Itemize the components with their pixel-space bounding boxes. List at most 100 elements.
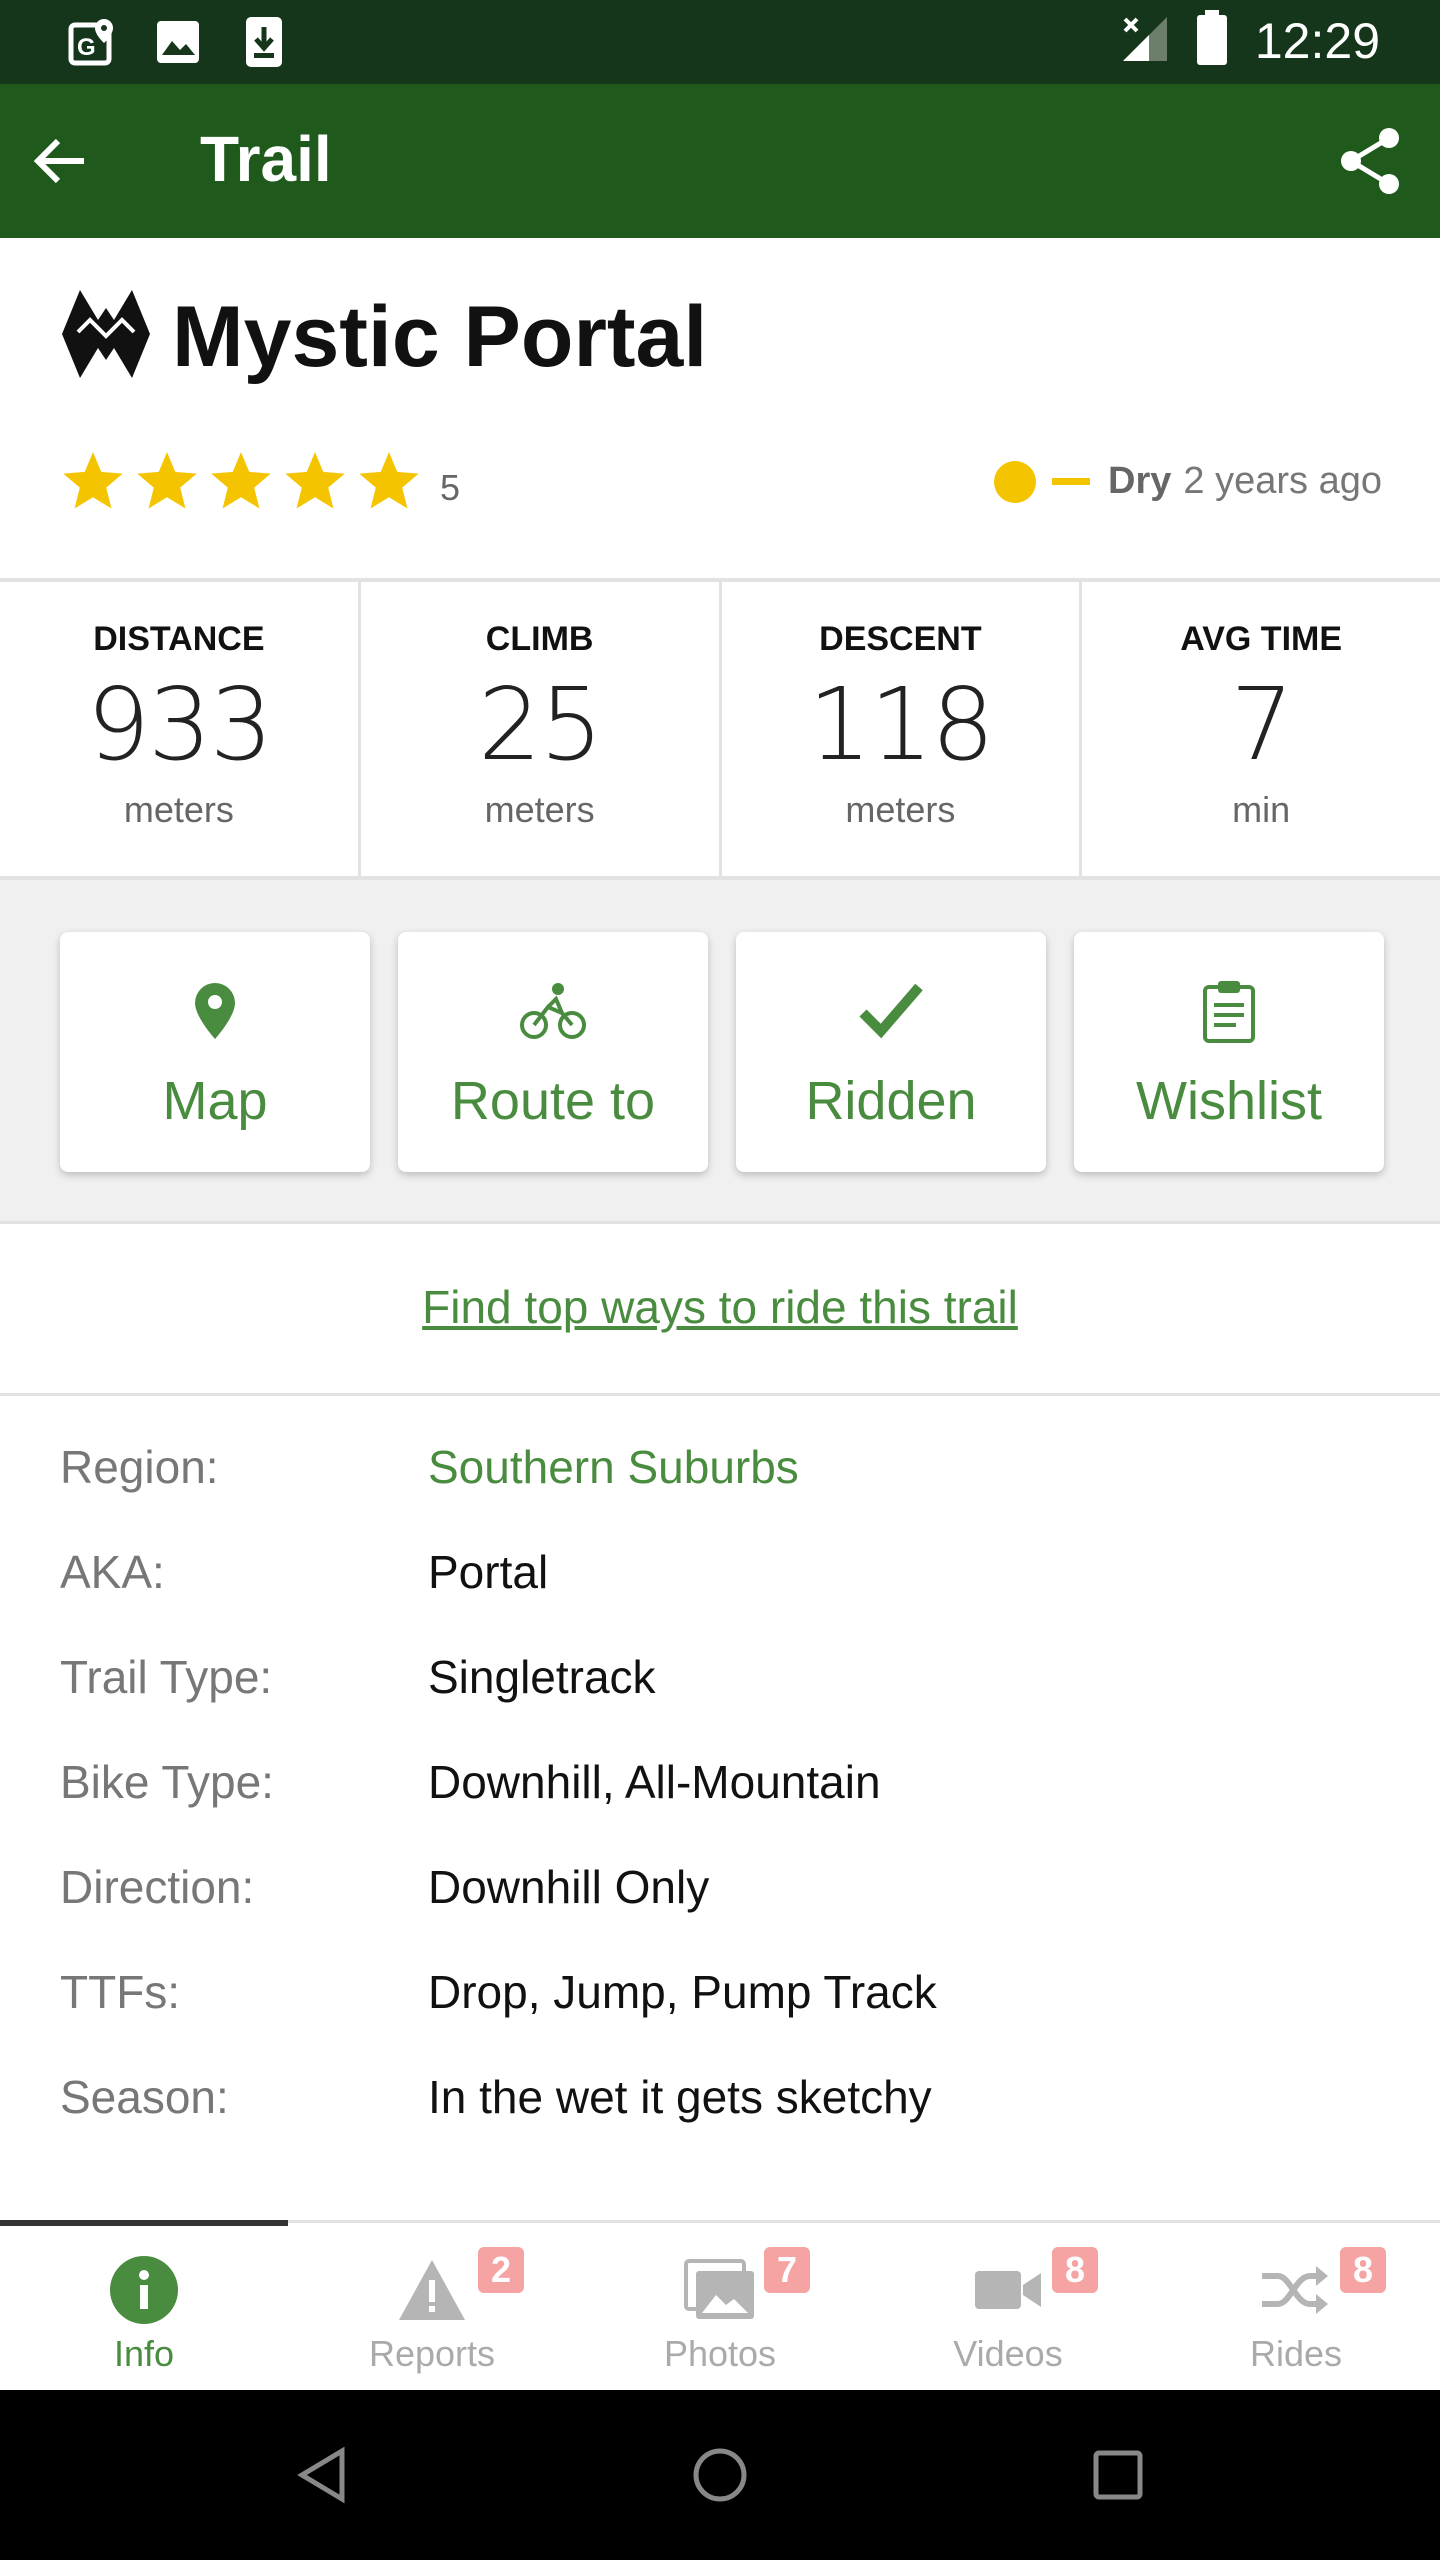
detail-value: Singletrack bbox=[428, 1651, 656, 1703]
trail-details: Region: Southern Suburbs AKA: Portal Tra… bbox=[60, 1440, 1380, 2175]
trail-name: Mystic Portal bbox=[172, 289, 708, 385]
tab-label: Videos bbox=[953, 2333, 1063, 2374]
stat-unit: meters bbox=[123, 789, 234, 830]
detail-key: Region: bbox=[60, 1441, 219, 1493]
rides-count-badge: 8 bbox=[1340, 2247, 1386, 2293]
tab-label: Rides bbox=[1249, 2333, 1343, 2374]
detail-key: AKA: bbox=[60, 1546, 165, 1598]
info-icon bbox=[0, 2253, 288, 2327]
stat-label: DESCENT bbox=[819, 620, 982, 658]
stat-distance: DISTANCE 933 meters bbox=[0, 582, 361, 876]
detail-row-direction: Direction: Downhill Only bbox=[60, 1860, 1380, 1965]
stat-value: 25 bbox=[478, 666, 603, 783]
detail-key: Season: bbox=[60, 2071, 229, 2123]
rating-stars: 5 bbox=[60, 448, 460, 514]
tab-rides[interactable]: Rides 8 bbox=[1152, 2223, 1440, 2390]
detail-value: Downhill Only bbox=[428, 1861, 710, 1913]
tab-info[interactable]: Info bbox=[0, 2223, 288, 2390]
video-camera-icon bbox=[864, 2253, 1152, 2327]
tab-label: Reports bbox=[368, 2333, 496, 2374]
tab-label: Photos bbox=[663, 2333, 777, 2374]
signal-icon bbox=[1119, 13, 1169, 68]
stat-label: DISTANCE bbox=[93, 620, 265, 658]
ridden-button[interactable]: Ridden bbox=[736, 932, 1046, 1172]
route-to-button-label: Route to bbox=[450, 1071, 656, 1131]
region-link[interactable]: Southern Suburbs bbox=[428, 1440, 799, 1494]
stat-value: 933 bbox=[86, 666, 273, 783]
bottom-tabs: Info Reports 2 Photos 7 Videos 8 Rides 8 bbox=[0, 2220, 1440, 2390]
stat-value: 118 bbox=[807, 666, 995, 783]
stat-descent: DESCENT 118 meters bbox=[722, 582, 1083, 876]
detail-key: Direction: bbox=[60, 1861, 255, 1913]
tab-photos[interactable]: Photos 7 bbox=[576, 2223, 864, 2390]
tab-videos[interactable]: Videos 8 bbox=[864, 2223, 1152, 2390]
detail-row-ttfs: TTFs: Drop, Jump, Pump Track bbox=[60, 1965, 1380, 2070]
stat-unit: meters bbox=[484, 789, 595, 830]
star-icon bbox=[63, 452, 123, 509]
star-icon bbox=[211, 452, 271, 509]
detail-row-season: Season: In the wet it gets sketchy bbox=[60, 2070, 1380, 2175]
reports-count-badge: 2 bbox=[478, 2247, 524, 2293]
route-to-button[interactable]: Route to bbox=[398, 932, 708, 1172]
ridden-button-label: Ridden bbox=[805, 1071, 977, 1131]
detail-value: In the wet it gets sketchy bbox=[428, 2071, 932, 2123]
battery-icon bbox=[1195, 10, 1229, 71]
stat-label: CLIMB bbox=[485, 620, 594, 658]
clipboard-icon bbox=[1074, 976, 1384, 1046]
nav-back-icon[interactable] bbox=[282, 2435, 362, 2515]
star-icon bbox=[285, 452, 345, 509]
detail-value: Downhill, All-Mountain bbox=[428, 1756, 881, 1808]
image-icon bbox=[150, 14, 206, 70]
videos-count-badge: 8 bbox=[1052, 2247, 1098, 2293]
trail-stats: DISTANCE 933 meters CLIMB 25 meters DESC… bbox=[0, 582, 1440, 880]
stat-avg-time: AVG TIME 7 min bbox=[1082, 582, 1440, 876]
share-icon[interactable] bbox=[1330, 121, 1410, 201]
status-bar: G 12:29 bbox=[0, 0, 1440, 84]
photos-count-badge: 7 bbox=[764, 2247, 810, 2293]
stat-climb: CLIMB 25 meters bbox=[361, 582, 722, 876]
find-link-section: Find top ways to ride this trail bbox=[0, 1224, 1440, 1396]
detail-row-region: Region: Southern Suburbs bbox=[60, 1440, 1380, 1545]
maps-icon: G bbox=[64, 14, 120, 70]
action-buttons: Map Route to Ridden Wishlist bbox=[0, 880, 1440, 1224]
system-nav-bar bbox=[0, 2390, 1440, 2560]
trail-difficulty-icon bbox=[62, 290, 150, 378]
condition-dot-icon bbox=[994, 460, 1037, 503]
wishlist-button[interactable]: Wishlist bbox=[1074, 932, 1384, 1172]
find-top-ways-link[interactable]: Find top ways to ride this trail bbox=[422, 1280, 1018, 1334]
warning-icon bbox=[288, 2253, 576, 2327]
photos-icon bbox=[576, 2253, 864, 2327]
detail-row-aka: AKA: Portal bbox=[60, 1545, 1380, 1650]
map-button[interactable]: Map bbox=[60, 932, 370, 1172]
detail-value: Drop, Jump, Pump Track bbox=[428, 1966, 937, 2018]
detail-value: Portal bbox=[428, 1546, 549, 1598]
star-icon bbox=[359, 452, 419, 509]
condition-label: Dry bbox=[1108, 460, 1172, 502]
app-bar-title: Trail bbox=[200, 123, 332, 195]
detail-key: Trail Type: bbox=[60, 1651, 273, 1703]
stat-value: 7 bbox=[1230, 666, 1294, 783]
stat-unit: min bbox=[1232, 789, 1291, 830]
detail-row-bike-type: Bike Type: Downhill, All-Mountain bbox=[60, 1755, 1380, 1860]
stat-label: AVG TIME bbox=[1180, 620, 1343, 658]
map-pin-icon bbox=[60, 976, 370, 1046]
status-time: 12:29 bbox=[1254, 12, 1380, 69]
wishlist-button-label: Wishlist bbox=[1136, 1071, 1322, 1131]
detail-key: TTFs: bbox=[60, 1966, 181, 2018]
detail-row-trail-type: Trail Type: Singletrack bbox=[60, 1650, 1380, 1755]
app-bar: Trail bbox=[0, 84, 1440, 238]
stat-unit: meters bbox=[845, 789, 956, 830]
trail-condition[interactable]: Dry 2 years ago bbox=[994, 460, 1382, 503]
bike-icon bbox=[398, 976, 708, 1046]
download-icon bbox=[236, 14, 292, 70]
tab-reports[interactable]: Reports 2 bbox=[288, 2223, 576, 2390]
shuffle-icon bbox=[1152, 2253, 1440, 2327]
detail-key: Bike Type: bbox=[60, 1756, 274, 1808]
back-arrow-icon[interactable] bbox=[20, 121, 100, 201]
tab-label: Info bbox=[113, 2333, 175, 2374]
nav-recents-icon[interactable] bbox=[1078, 2435, 1158, 2515]
check-icon bbox=[736, 976, 1046, 1046]
condition-time: 2 years ago bbox=[1183, 460, 1382, 502]
nav-home-icon[interactable] bbox=[680, 2435, 760, 2515]
rating-count: 5 bbox=[440, 467, 461, 508]
